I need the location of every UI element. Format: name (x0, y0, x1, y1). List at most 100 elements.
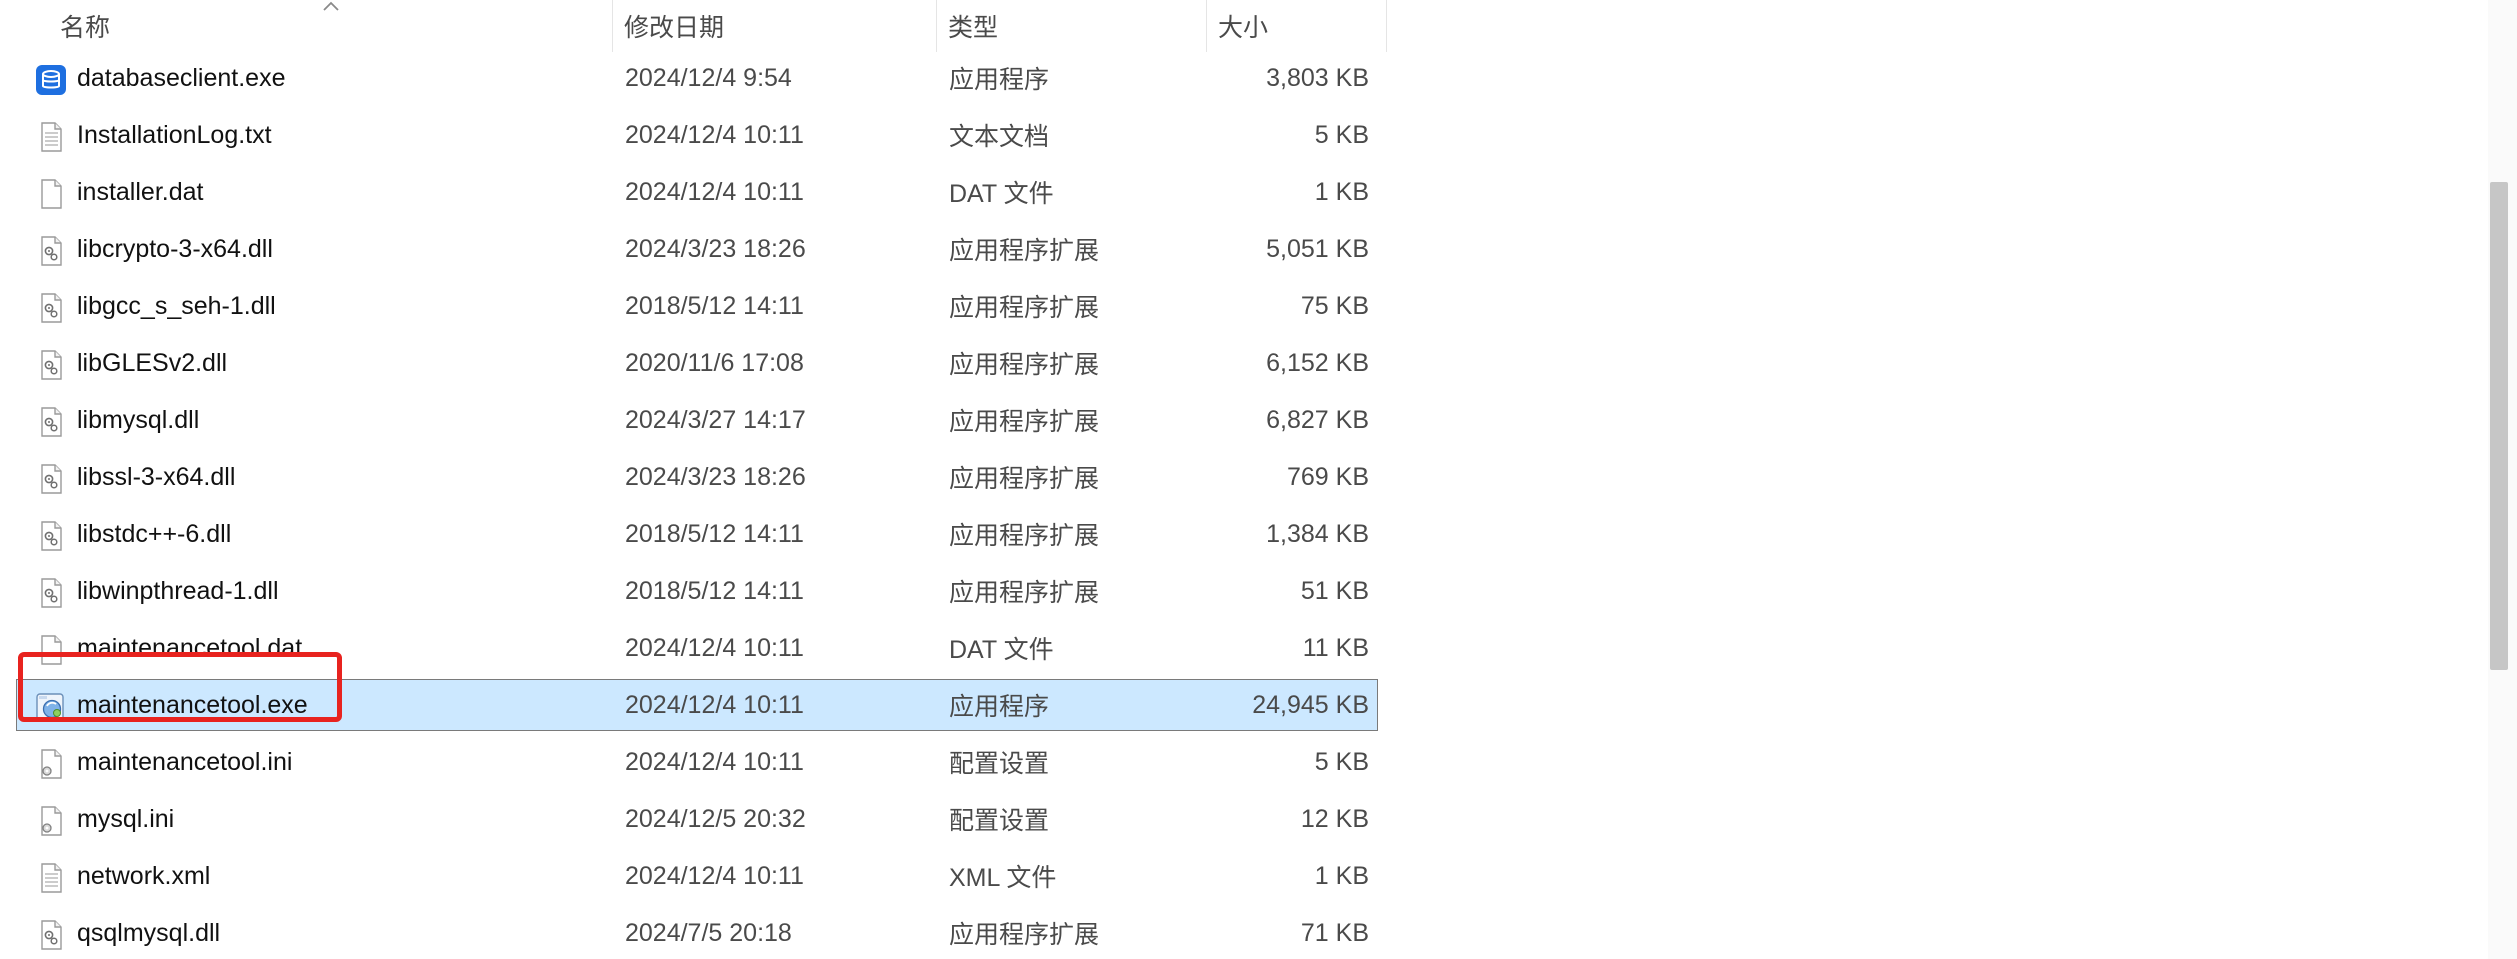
file-size: 3,803 KB (1266, 63, 1369, 92)
dll-file-icon (35, 520, 67, 552)
dll-file-icon (35, 406, 67, 438)
file-type: 配置设置 (949, 807, 1050, 835)
file-row[interactable]: mysql.ini 2024/12/5 20:32 配置设置 12 KB (16, 793, 1378, 845)
column-divider[interactable] (1386, 0, 1387, 52)
file-row[interactable]: qsqlmysql.dll 2024/7/5 20:18 应用程序扩展 71 KB (16, 907, 1378, 959)
file-name: libstdc++-6.dll (77, 519, 232, 548)
file-type: 配置设置 (949, 750, 1050, 778)
file-size: 1 KB (1314, 177, 1369, 206)
file-row[interactable]: libstdc++-6.dll 2018/5/12 14:11 应用程序扩展 1,38… (16, 508, 1378, 560)
file-size: 6,827 KB (1266, 405, 1369, 434)
column-divider[interactable] (1206, 0, 1207, 52)
file-type: 应用程序 (949, 693, 1050, 721)
file-row[interactable]: libGLESv2.dll 2020/11/6 17:08 应用程序扩展 6,152 … (16, 337, 1378, 389)
dll-file-icon (35, 235, 67, 267)
file-name: libGLESv2.dll (77, 348, 228, 377)
ini-file-icon (35, 748, 67, 780)
file-name: libcrypto-3-x64.dll (77, 234, 273, 263)
file-name: qsqlmysql.dll (77, 918, 221, 947)
file-name: InstallationLog.txt (77, 120, 272, 149)
file-type: 应用程序扩展 (949, 921, 1100, 949)
file-type: 应用程序扩展 (949, 351, 1100, 379)
file-type: 应用程序 (949, 66, 1050, 94)
file-row[interactable]: installer.dat 2024/12/4 10:11 DAT 文件 1 KB (16, 166, 1378, 218)
file-name: mysql.ini (77, 804, 175, 833)
file-modified-date: 2024/3/23 18:26 (625, 234, 806, 263)
file-name: libwinpthread-1.dll (77, 576, 279, 605)
file-row[interactable]: databaseclient.exe 2024/12/4 9:54 应用程序 3,80… (16, 52, 1378, 104)
column-header-row: 名称 修改日期 类型 大小 (0, 0, 1388, 56)
file-modified-date: 2024/12/4 10:11 (625, 177, 804, 206)
file-size: 5,051 KB (1266, 234, 1369, 263)
file-type: 应用程序扩展 (949, 408, 1100, 436)
file-size: 71 KB (1300, 918, 1369, 947)
file-modified-date: 2024/12/4 10:11 (625, 861, 804, 890)
file-size: 6,152 KB (1266, 348, 1369, 377)
dll-file-icon (35, 292, 67, 324)
file-size: 11 KB (1302, 633, 1369, 662)
dll-file-icon (35, 919, 67, 951)
column-header-type-label: 类型 (948, 14, 999, 42)
ini-file-icon (35, 805, 67, 837)
file-type: 文本文档 (949, 123, 1050, 151)
file-modified-date: 2018/5/12 14:11 (625, 291, 804, 320)
file-modified-date: 2024/7/5 20:18 (625, 918, 792, 947)
column-header-modified[interactable]: 修改日期 (624, 0, 724, 52)
file-explorer-window: 名称 修改日期 类型 大小 databaseclient.exe 2024/12/… (0, 0, 2517, 959)
dll-file-icon (35, 463, 67, 495)
file-modified-date: 2024/12/4 10:11 (625, 690, 804, 719)
sort-ascending-icon (323, 1, 339, 11)
file-row[interactable]: network.xml 2024/12/4 10:11 XML 文件 1 KB (16, 850, 1378, 902)
file-type: DAT 文件 (949, 180, 1054, 208)
file-name: libgcc_s_seh-1.dll (77, 291, 276, 320)
file-row[interactable]: libmysql.dll 2024/3/27 14:17 应用程序扩展 6,827 K… (16, 394, 1378, 446)
file-size: 1,384 KB (1266, 519, 1369, 548)
file-size: 12 KB (1300, 804, 1369, 833)
file-type: XML 文件 (949, 864, 1057, 892)
file-modified-date: 2024/12/4 9:54 (625, 63, 792, 92)
file-type: DAT 文件 (949, 636, 1054, 664)
database-exe-icon (35, 64, 67, 96)
file-row[interactable]: libwinpthread-1.dll 2018/5/12 14:11 应用程序扩展… (16, 565, 1378, 617)
file-size: 1 KB (1314, 861, 1369, 890)
file-name: network.xml (77, 861, 211, 890)
text-file-icon (35, 862, 67, 894)
file-name: libssl-3-x64.dll (77, 462, 236, 491)
column-divider[interactable] (936, 0, 937, 52)
file-size: 5 KB (1314, 747, 1369, 776)
text-file-icon (35, 121, 67, 153)
file-modified-date: 2020/11/6 17:08 (625, 348, 804, 377)
file-modified-date: 2024/12/5 20:32 (625, 804, 806, 833)
file-modified-date: 2024/3/23 18:26 (625, 462, 806, 491)
file-modified-date: 2024/12/4 10:11 (625, 633, 804, 662)
file-type: 应用程序扩展 (949, 237, 1100, 265)
file-size: 5 KB (1314, 120, 1369, 149)
dll-file-icon (35, 349, 67, 381)
file-row[interactable]: maintenancetool.ini 2024/12/4 10:11 配置设置 5 … (16, 736, 1378, 788)
file-row[interactable]: InstallationLog.txt 2024/12/4 10:11 文本文档 5 … (16, 109, 1378, 161)
file-name: maintenancetool.ini (77, 747, 293, 776)
column-header-modified-label: 修改日期 (624, 14, 725, 42)
file-modified-date: 2018/5/12 14:11 (625, 576, 804, 605)
file-name: databaseclient.exe (77, 63, 286, 92)
file-modified-date: 2024/12/4 10:11 (625, 120, 804, 149)
blank-file-icon (35, 178, 67, 210)
file-type: 应用程序扩展 (949, 465, 1100, 493)
column-header-type[interactable]: 类型 (948, 0, 998, 52)
column-divider[interactable] (612, 0, 613, 52)
scrollbar-thumb[interactable] (2490, 182, 2508, 670)
column-header-name[interactable]: 名称 (60, 0, 110, 52)
file-row[interactable]: libcrypto-3-x64.dll 2024/3/23 18:26 应用程序扩展… (16, 223, 1378, 275)
file-size: 75 KB (1300, 291, 1369, 320)
file-modified-date: 2018/5/12 14:11 (625, 519, 804, 548)
file-row[interactable]: libgcc_s_seh-1.dll 2018/5/12 14:11 应用程序扩展 7… (16, 280, 1378, 332)
column-header-size[interactable]: 大小 (1218, 0, 1268, 52)
highlight-annotation (18, 652, 342, 722)
file-row[interactable]: libssl-3-x64.dll 2024/3/23 18:26 应用程序扩展 769… (16, 451, 1378, 503)
file-size: 51 KB (1300, 576, 1369, 605)
file-size: 24,945 KB (1252, 690, 1369, 719)
file-name: libmysql.dll (77, 405, 200, 434)
file-type: 应用程序扩展 (949, 522, 1100, 550)
file-modified-date: 2024/3/27 14:17 (625, 405, 806, 434)
file-type: 应用程序扩展 (949, 579, 1100, 607)
